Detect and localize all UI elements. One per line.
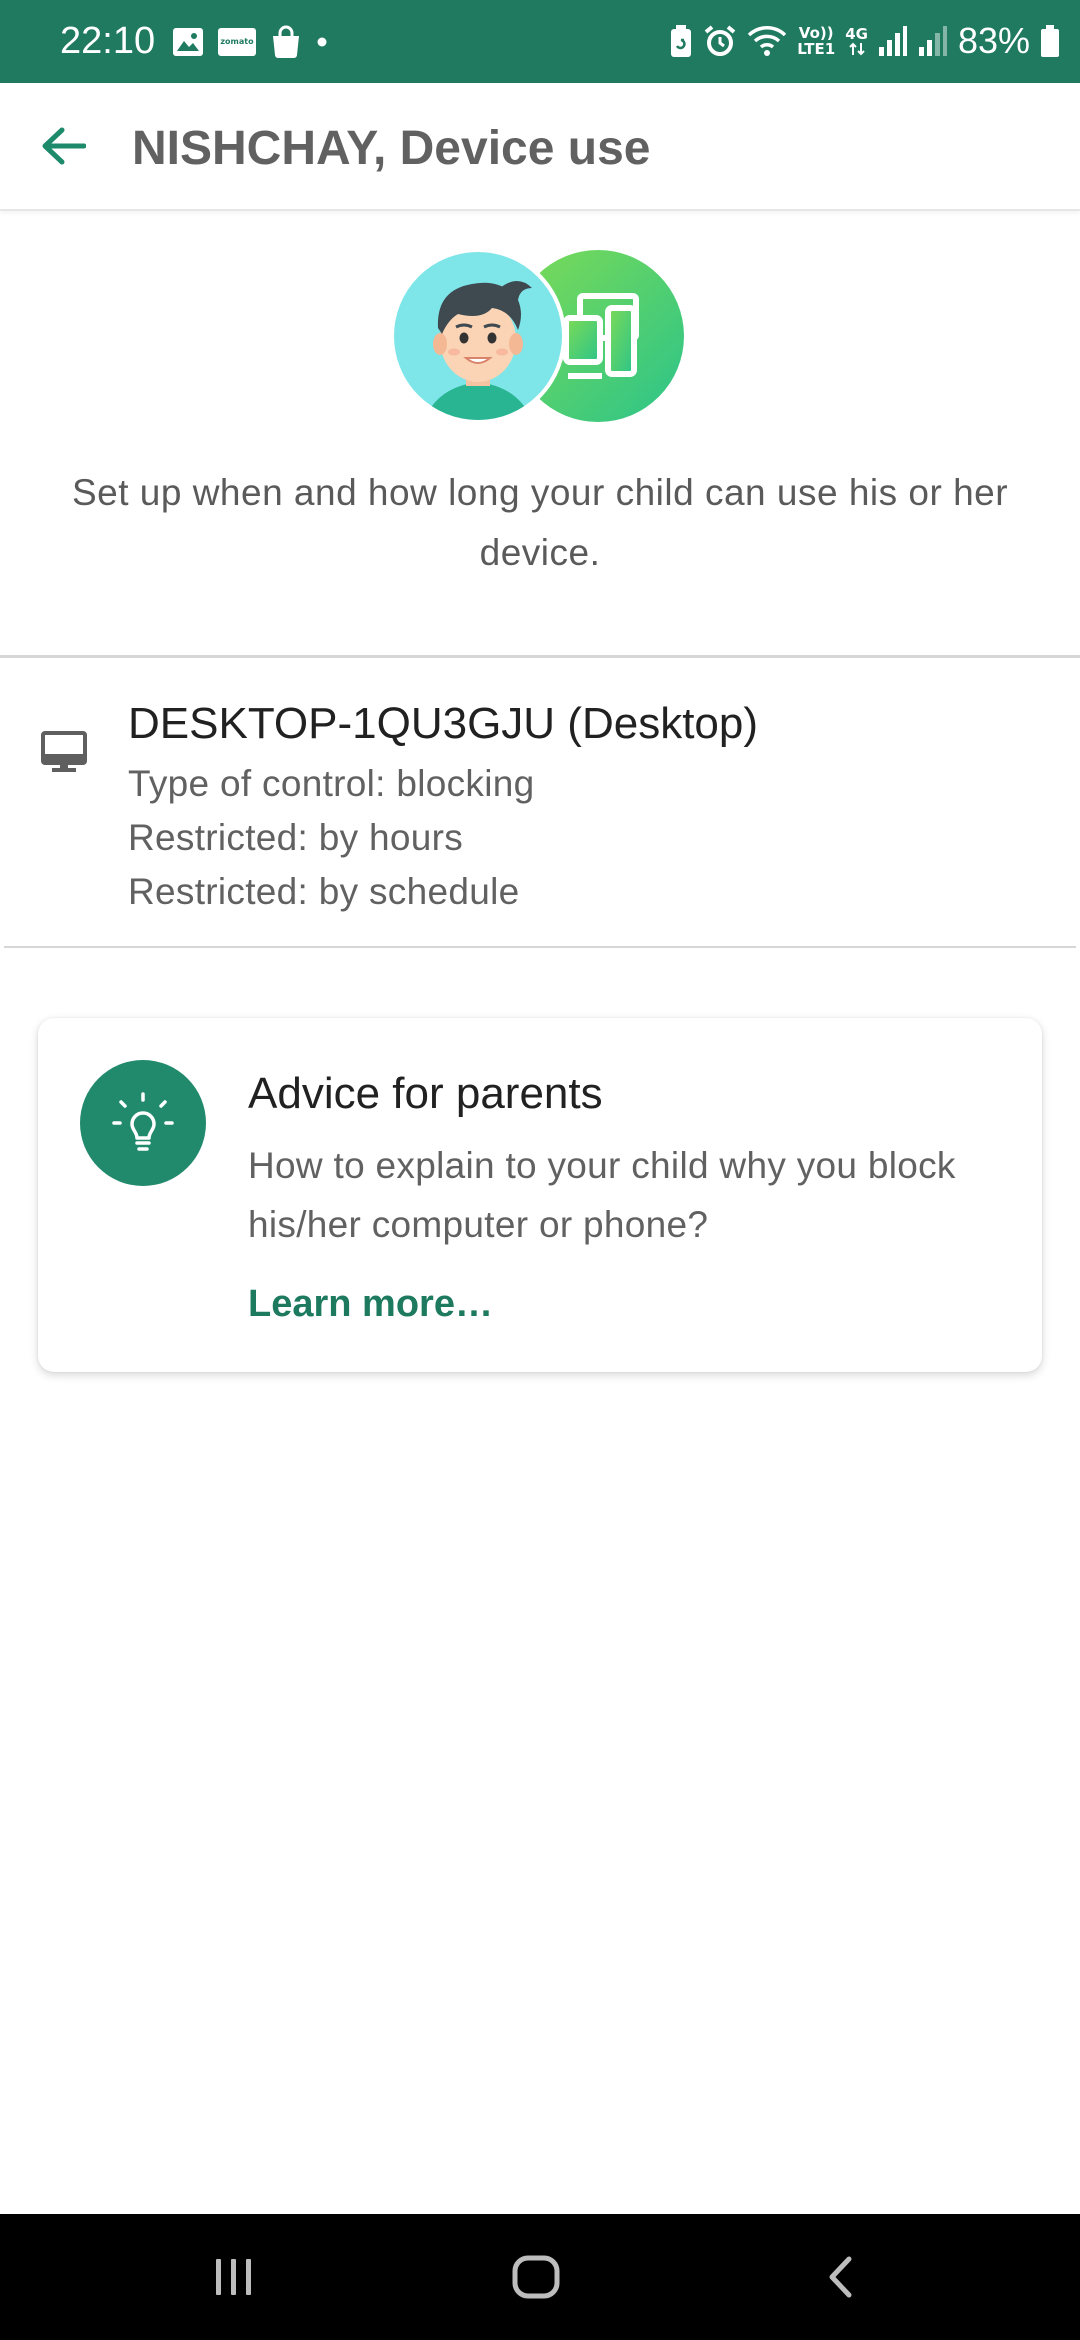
notification-dot-icon [317,37,327,47]
data-arrows-icon [848,42,865,56]
recent-apps-button[interactable] [184,2244,284,2310]
recent-apps-icon [216,2259,251,2295]
signal-icon [878,26,907,56]
system-navigation-bar [0,2214,1080,2340]
app-bar: NISHCHAY, Device use [0,83,1080,211]
section-divider [0,655,1080,658]
learn-more-link[interactable]: Learn more… [248,1280,493,1328]
home-icon [512,2255,560,2299]
arrow-back-icon [42,127,86,165]
advice-title: Advice for parents [248,1069,603,1118]
back-icon [829,2256,852,2298]
child-avatar-with-devices-icon [392,248,684,424]
device-restriction-schedule: Restricted: by schedule [128,871,520,912]
wifi-icon [747,26,787,56]
volte-label: Vo)) [798,24,834,42]
status-time: 22:10 [60,20,156,62]
battery-icon [1041,25,1059,57]
device-list-item[interactable]: DESKTOP-1QU3GJU (Desktop) Type of contro… [0,660,1080,946]
section-divider [4,946,1076,948]
advice-card: Advice for parents How to explain to you… [38,1018,1042,1372]
hero-description: Set up when and how long your child can … [71,472,1009,573]
page-title: NISHCHAY, Device use [132,122,651,175]
lte-label: LTE1 [797,40,836,58]
status-bar: 22:10 zomato Vo)) LTE1 4G 83% [0,0,1080,83]
battery-saver-icon [671,25,692,57]
4g-icon: 4G [845,26,868,56]
system-back-button[interactable] [790,2244,890,2310]
device-name: DESKTOP-1QU3GJU (Desktop) [128,699,759,748]
device-control-type: Type of control: blocking [128,763,535,804]
zomato-icon: zomato [218,28,256,56]
signal-weak-icon [918,26,947,56]
battery-percent: 83% [957,20,1030,61]
back-button[interactable] [30,113,96,179]
status-notification-icons: zomato [172,22,342,62]
desktop-monitor-icon [41,731,87,772]
lightbulb-icon [112,1092,174,1151]
status-system-icons: Vo)) LTE1 4G 83% [659,18,1060,64]
advice-body: How to explain to your child why you blo… [248,1145,956,1245]
zomato-label: zomato [220,37,254,46]
device-restriction-hours: Restricted: by hours [128,817,464,858]
gallery-icon [173,28,203,56]
advice-icon-badge [80,1060,206,1186]
shopping-bag-icon [273,25,299,58]
alarm-icon [704,25,736,56]
volte-icon: Vo)) LTE1 [797,25,835,57]
home-button[interactable] [486,2244,586,2310]
network-type-label: 4G [845,25,868,43]
